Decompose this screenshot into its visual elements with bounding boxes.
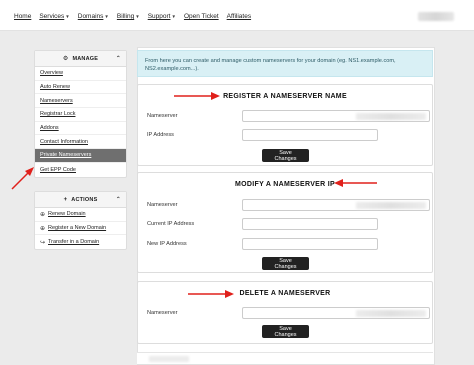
- modify-nameserver-card: MODIFY A NAMESERVER IP Nameserver Curren…: [137, 172, 433, 273]
- caret-down-icon: ▼: [171, 14, 176, 19]
- action-transfer-domain[interactable]: ↪ Transfer in a Domain: [35, 235, 126, 249]
- sidebar-item-label: Private Nameservers: [40, 152, 92, 159]
- info-alert-text: From here you can create and manage cust…: [145, 58, 396, 72]
- main-nav: Home Services▼ Domains▼ Billing▼ Support…: [14, 13, 251, 20]
- sidebar-item-registrar-lock[interactable]: Registrar Lock: [35, 108, 126, 122]
- gear-icon: ⚙: [62, 56, 69, 62]
- sidebar-item-label: Overview: [40, 70, 63, 77]
- nav-label: Services: [39, 13, 65, 20]
- nav-domains[interactable]: Domains▼: [78, 13, 109, 20]
- sidebar-item-contact-information[interactable]: Contact Information: [35, 135, 126, 150]
- manage-panel: ⚙ MANAGE ⌃ Overview Auto Renew Nameserve…: [34, 50, 127, 178]
- action-label: Renew Domain: [48, 211, 86, 218]
- sidebar-item-label: Get EPP Code: [40, 166, 76, 173]
- new-ip-label: New IP Address: [147, 241, 187, 247]
- current-ip-input[interactable]: [242, 218, 378, 230]
- action-label: Transfer in a Domain: [48, 239, 100, 246]
- register-save-button[interactable]: Save Changes: [262, 149, 309, 162]
- top-navigation-bar: Home Services▼ Domains▼ Billing▼ Support…: [0, 0, 474, 31]
- sidebar-item-addons[interactable]: Addons: [35, 122, 126, 136]
- info-alert: From here you can create and manage cust…: [137, 50, 433, 77]
- manage-title: MANAGE: [72, 55, 99, 62]
- actions-panel-header[interactable]: + ACTIONS ⌃: [35, 192, 126, 208]
- sidebar-item-label: Auto Renew: [40, 84, 70, 91]
- sidebar-item-label: Contact Information: [40, 138, 88, 145]
- caret-down-icon: ▼: [135, 14, 140, 19]
- new-ip-input[interactable]: [242, 238, 378, 250]
- globe-icon: ⊕: [40, 211, 46, 218]
- chevron-up-icon[interactable]: ⌃: [116, 196, 121, 203]
- manage-panel-header[interactable]: ⚙ MANAGE ⌃: [35, 51, 126, 67]
- nav-home[interactable]: Home: [14, 13, 31, 20]
- modify-save-button[interactable]: Save Changes: [262, 257, 309, 270]
- current-ip-label: Current IP Address: [147, 221, 195, 227]
- nav-billing[interactable]: Billing▼: [117, 13, 140, 20]
- nav-label: Billing: [116, 13, 135, 20]
- sidebar-item-nameservers[interactable]: Nameservers: [35, 94, 126, 109]
- chevron-up-icon[interactable]: ⌃: [116, 55, 121, 62]
- caret-down-icon: ▼: [104, 14, 109, 19]
- blurred-text: [149, 356, 189, 362]
- nameserver-label: Nameserver: [147, 310, 178, 316]
- delete-nameserver-input[interactable]: [242, 307, 430, 319]
- ip-address-label: IP Address: [147, 132, 174, 138]
- delete-nameserver-card: DELETE A NAMESERVER Nameserver Save Chan…: [137, 281, 433, 344]
- nav-label: Affiliates: [226, 13, 252, 20]
- globe-icon: ⊕: [40, 225, 46, 232]
- domain-suffix-blurred: [356, 202, 426, 209]
- sidebar-item-overview[interactable]: Overview: [35, 67, 126, 81]
- sidebar-item-label: Registrar Lock: [40, 111, 76, 118]
- domain-suffix-blurred: [356, 310, 426, 317]
- modify-card-title: MODIFY A NAMESERVER IP: [235, 181, 335, 188]
- red-annotation-arrow: [334, 179, 377, 187]
- nav-affiliates[interactable]: Affiliates: [227, 13, 251, 20]
- sidebar-item-private-nameservers[interactable]: Private Nameservers: [35, 149, 126, 163]
- next-card-edge: [137, 352, 433, 364]
- action-renew-domain[interactable]: ⊕ Renew Domain: [35, 208, 126, 222]
- share-icon: ↪: [40, 239, 46, 246]
- sidebar-item-label: Addons: [40, 125, 59, 132]
- nav-label: Home: [14, 13, 32, 20]
- actions-panel: + ACTIONS ⌃ ⊕ Renew Domain ⊕ Register a Ne…: [34, 191, 127, 251]
- nav-label: Support: [147, 13, 171, 20]
- actions-title: ACTIONS: [71, 196, 98, 203]
- delete-card-title: DELETE A NAMESERVER: [239, 290, 331, 297]
- nav-open-ticket[interactable]: Open Ticket: [184, 13, 219, 20]
- action-register-new-domain[interactable]: ⊕ Register a New Domain: [35, 222, 126, 236]
- domain-suffix-blurred: [356, 113, 426, 120]
- nameserver-label: Nameserver: [147, 202, 178, 208]
- register-ip-input[interactable]: [242, 129, 378, 141]
- sidebar-item-label: Nameservers: [40, 97, 73, 104]
- sidebar-item-get-epp-code[interactable]: Get EPP Code: [35, 163, 126, 177]
- register-nameserver-input[interactable]: [242, 110, 430, 122]
- delete-save-button[interactable]: Save Changes: [262, 325, 309, 338]
- red-annotation-arrow: [11, 167, 34, 190]
- nameserver-label: Nameserver: [147, 113, 178, 119]
- nav-support[interactable]: Support▼: [148, 13, 176, 20]
- nav-label: Open Ticket: [183, 13, 219, 20]
- caret-down-icon: ▼: [65, 14, 70, 19]
- sidebar-item-auto-renew[interactable]: Auto Renew: [35, 81, 126, 95]
- plus-icon: +: [63, 196, 68, 203]
- action-label: Register a New Domain: [48, 225, 107, 232]
- red-annotation-arrow: [174, 92, 220, 100]
- nav-label: Domains: [77, 13, 104, 20]
- account-menu-blurred[interactable]: [418, 12, 454, 21]
- nav-services[interactable]: Services▼: [39, 13, 69, 20]
- modify-nameserver-input[interactable]: [242, 199, 430, 211]
- red-annotation-arrow: [188, 290, 234, 298]
